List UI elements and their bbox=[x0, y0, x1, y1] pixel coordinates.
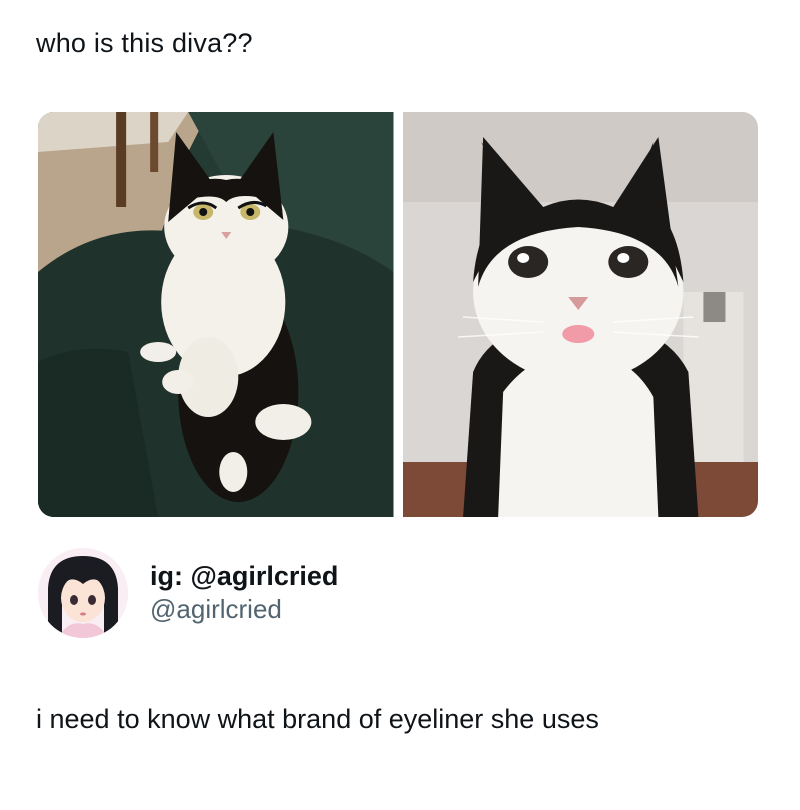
cat-photo-right[interactable] bbox=[402, 112, 758, 517]
media-grid bbox=[38, 112, 758, 517]
reply-text: i need to know what brand of eyeliner sh… bbox=[36, 704, 599, 734]
cat-closeup-image bbox=[402, 112, 758, 517]
cat-couch-image bbox=[38, 112, 394, 517]
display-name[interactable]: ig: @agirlcried bbox=[150, 560, 338, 592]
author-names: ig: @agirlcried @agirlcried bbox=[150, 560, 338, 626]
author-block[interactable]: ig: @agirlcried @agirlcried bbox=[38, 548, 338, 638]
cat-photo-left[interactable] bbox=[38, 112, 394, 517]
post-text: who is this diva?? bbox=[36, 28, 253, 58]
user-handle[interactable]: @agirlcried bbox=[150, 592, 338, 626]
anime-girl-avatar-icon bbox=[38, 548, 128, 638]
avatar[interactable] bbox=[38, 548, 128, 638]
